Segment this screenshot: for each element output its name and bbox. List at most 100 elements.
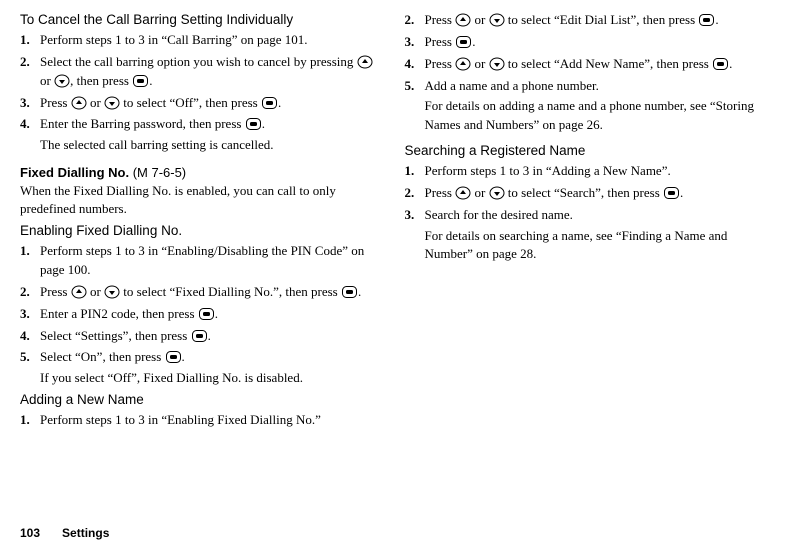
text-fragment: Select the call barring option you wish …	[40, 54, 357, 69]
step-item: 2. Press or to select “Fixed Dialling No…	[20, 283, 381, 302]
step-number: 4.	[20, 115, 40, 134]
text-fragment: Select “Settings”, then press	[40, 328, 191, 343]
steps-search-name: 1. Perform steps 1 to 3 in “Adding a New…	[405, 162, 766, 264]
text-fragment: Enter the Barring password, then press	[40, 116, 245, 131]
step-number: 1.	[20, 31, 40, 50]
text-fragment: , then press	[70, 73, 132, 88]
step-subtext: For details on adding a name and a phone…	[425, 97, 766, 135]
step-item: 1. Perform steps 1 to 3 in “Call Barring…	[20, 31, 381, 50]
step-item: 2. Select the call barring option you wi…	[20, 53, 381, 91]
text-fragment: Press	[40, 284, 71, 299]
step-text: Press or to select “Edit Dial List”, the…	[425, 11, 766, 30]
step-number: 2.	[20, 283, 40, 302]
step-number: 1.	[405, 162, 425, 181]
step-item: 5. Add a name and a phone number. For de…	[405, 77, 766, 136]
text-fragment: or	[87, 284, 104, 299]
center-icon	[455, 35, 472, 49]
step-text: Press .	[425, 33, 766, 52]
down-icon	[104, 96, 120, 110]
step-item: 1. Perform steps 1 to 3 in “Enabling Fix…	[20, 411, 381, 430]
step-item: 5. Select “On”, then press . If you sele…	[20, 348, 381, 388]
step-item: 4. Enter the Barring password, then pres…	[20, 115, 381, 155]
step-text: Perform steps 1 to 3 in “Adding a New Na…	[425, 162, 766, 181]
center-icon	[132, 74, 149, 88]
step-text: Add a name and a phone number. For detai…	[425, 77, 766, 136]
step-text: Press or to select “Fixed Dialling No.”,…	[40, 283, 381, 302]
step-number: 5.	[20, 348, 40, 367]
up-icon	[455, 186, 471, 200]
steps-adding-name-a: 1. Perform steps 1 to 3 in “Enabling Fix…	[20, 411, 381, 430]
text-fragment: Press	[425, 56, 456, 71]
step-number: 1.	[20, 242, 40, 261]
center-icon	[245, 117, 262, 131]
down-icon	[104, 285, 120, 299]
heading-adding-name: Adding a New Name	[20, 392, 381, 407]
down-icon	[489, 13, 505, 27]
text-fragment: .	[215, 306, 218, 321]
step-number: 2.	[20, 53, 40, 72]
text-fragment: to select “Fixed Dialling No.”, then pre…	[120, 284, 341, 299]
text-fragment: or	[471, 56, 488, 71]
center-icon	[261, 96, 278, 110]
step-text: Perform steps 1 to 3 in “Enabling Fixed …	[40, 411, 381, 430]
step-text: Enter a PIN2 code, then press .	[40, 305, 381, 324]
text-fragment: Press	[425, 34, 456, 49]
step-number: 3.	[405, 33, 425, 52]
steps-adding-name-b: 2. Press or to select “Edit Dial List”, …	[405, 11, 766, 135]
step-number: 1.	[20, 411, 40, 430]
text-fragment: Press	[425, 12, 456, 27]
page-number: 103	[20, 526, 40, 540]
step-item: 3. Enter a PIN2 code, then press .	[20, 305, 381, 324]
step-text: Select “On”, then press . If you select …	[40, 348, 381, 388]
step-text: Enter the Barring password, then press .…	[40, 115, 381, 155]
footer-label: Settings	[62, 526, 109, 540]
step-item: 3. Press or to select “Off”, then press …	[20, 94, 381, 113]
text-fragment: .	[680, 185, 683, 200]
center-icon	[663, 186, 680, 200]
step-number: 3.	[20, 94, 40, 113]
step-subtext: If you select “Off”, Fixed Dialling No. …	[40, 369, 381, 388]
step-text: Select the call barring option you wish …	[40, 53, 381, 91]
step-number: 3.	[405, 206, 425, 225]
center-icon	[198, 307, 215, 321]
center-icon	[712, 57, 729, 71]
down-icon	[489, 57, 505, 71]
step-text: Press or to select “Add New Name”, then …	[425, 55, 766, 74]
text-fragment: to select “Search”, then press	[505, 185, 663, 200]
text-fragment: .	[262, 116, 265, 131]
steps-enabling-fixed: 1. Perform steps 1 to 3 in “Enabling/Dis…	[20, 242, 381, 388]
heading-fixed-dialling: Fixed Dialling No. (M 7-6-5)	[20, 165, 381, 180]
step-text: Press or to select “Off”, then press .	[40, 94, 381, 113]
text-fragment: Enter a PIN2 code, then press	[40, 306, 198, 321]
up-icon	[357, 55, 373, 69]
text-fragment: Press	[40, 95, 71, 110]
heading-search-name: Searching a Registered Name	[405, 143, 766, 158]
center-icon	[191, 329, 208, 343]
text-fragment: .	[182, 349, 185, 364]
steps-cancel-barring: 1. Perform steps 1 to 3 in “Call Barring…	[20, 31, 381, 155]
step-item: 3. Search for the desired name. For deta…	[405, 206, 766, 265]
step-item: 1. Perform steps 1 to 3 in “Enabling/Dis…	[20, 242, 381, 280]
text-fragment: Select “On”, then press	[40, 349, 165, 364]
up-icon	[71, 285, 87, 299]
down-icon	[54, 74, 70, 88]
step-text: Perform steps 1 to 3 in “Call Barring” o…	[40, 31, 381, 50]
step-number: 2.	[405, 184, 425, 203]
up-icon	[71, 96, 87, 110]
down-icon	[489, 186, 505, 200]
left-column: To Cancel the Call Barring Setting Indiv…	[20, 8, 381, 433]
center-icon	[341, 285, 358, 299]
text-fragment: .	[729, 56, 732, 71]
text-fragment: Search for the desired name.	[425, 207, 573, 222]
step-text: Select “Settings”, then press .	[40, 327, 381, 346]
step-number: 3.	[20, 305, 40, 324]
step-text: Search for the desired name. For details…	[425, 206, 766, 265]
text-fragment: or	[87, 95, 104, 110]
step-item: 4. Press or to select “Add New Name”, th…	[405, 55, 766, 74]
text-fragment: .	[715, 12, 718, 27]
center-icon	[165, 350, 182, 364]
up-icon	[455, 57, 471, 71]
step-number: 4.	[20, 327, 40, 346]
text-fragment: or	[40, 73, 54, 88]
text-fragment: .	[278, 95, 281, 110]
